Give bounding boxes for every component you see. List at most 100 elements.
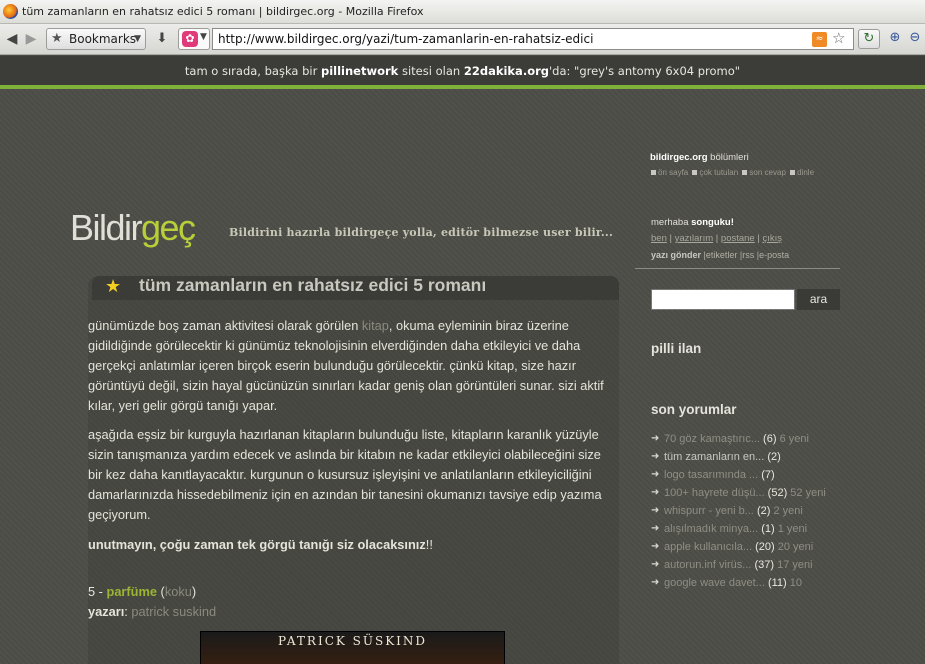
comment-count: (52) (767, 487, 788, 499)
book-alt-title-link[interactable]: koku (165, 584, 192, 599)
list-item[interactable]: ➜ autorun.inf virüs... (37) 17 yeni (651, 556, 840, 574)
url-input[interactable]: http://www.bildirgec.org/yazi/tum-zamanl… (212, 28, 854, 50)
comment-title[interactable]: alışılmadık minya... (664, 523, 758, 535)
sidebar-heading-pilli-ilan: pilli ilan (651, 341, 702, 356)
bold-sentence: unutmayın, çoğu zaman tek görgü tanığı s… (88, 537, 426, 552)
section-link-cok-tutulan[interactable]: çok tutulan (699, 168, 738, 177)
window-titlebar: tüm zamanların en rahatsız edici 5 roman… (0, 0, 925, 24)
bullet-square-icon (790, 170, 796, 175)
user-link-yazilarim[interactable]: yazılarım (675, 233, 714, 244)
arrow-right-icon: ➜ (651, 505, 660, 516)
article-title[interactable]: tüm zamanların en rahatsız edici 5 roman… (139, 275, 486, 296)
back-arrow-icon[interactable]: ◀ (3, 30, 21, 48)
article-paragraph-3: unutmayın, çoğu zaman tek görgü tanığı s… (88, 535, 618, 555)
forward-arrow-icon[interactable]: ▶ (22, 30, 40, 48)
comment-title[interactable]: google wave davet... (664, 577, 765, 589)
list-item[interactable]: ➜ whispurr - yeni b... (2) 2 yeni (651, 502, 840, 520)
comment-new: 20 yeni (777, 541, 814, 553)
banner-suffix[interactable]: 'da: "grey's antomy 6x04 promo" (549, 64, 740, 78)
arrow-right-icon: ➜ (651, 451, 660, 462)
comment-title[interactable]: logo tasarımında ... (664, 469, 758, 481)
favorite-star-icon[interactable]: ☆ (832, 29, 845, 47)
user-action-etiketler[interactable]: etiketler (706, 250, 738, 260)
cover-author-text: PATRICK SÜSKIND (277, 634, 428, 648)
paragraph-text: günümüzde boş zaman aktivitesi olarak gö… (88, 318, 362, 333)
window-title: tüm zamanların en rahatsız edici 5 roman… (22, 5, 424, 18)
bookmarks-button[interactable]: ★ Bookmarks ▼ (46, 28, 146, 50)
rss-feed-icon[interactable]: ≈ (812, 32, 827, 47)
article-paragraph-1: günümüzde boş zaman aktivitesi olarak gö… (88, 316, 618, 416)
user-action-e-posta[interactable]: e-posta (759, 250, 789, 260)
section-link-dinle[interactable]: dinle (797, 168, 814, 177)
arrow-right-icon: ➜ (651, 577, 660, 588)
comment-title[interactable]: tüm zamanların en... (664, 451, 764, 463)
author-link[interactable]: patrick suskind (131, 604, 216, 619)
sidebar-sections-label: bölümleri (707, 152, 749, 163)
sidebar-sections-title: bildirgec.org bölümleri (650, 152, 749, 163)
list-item[interactable]: ➜ google wave davet... (11) 10 (651, 574, 840, 592)
site-logo[interactable]: Bildirgeç (70, 207, 196, 249)
list-item[interactable]: ➜ tüm zamanların en... (2) (651, 448, 840, 466)
banner-site-link[interactable]: 22dakika.org (464, 64, 549, 78)
user-link-ben[interactable]: ben (651, 233, 667, 244)
section-link-son-cevap[interactable]: son cevap (749, 168, 785, 177)
book-title-link[interactable]: parfüme (107, 584, 158, 599)
network-banner[interactable]: tam o sırada, başka bir pillinetwork sit… (0, 56, 925, 87)
user-actions: yazı gönder |etiketler |rss |e-posta (651, 250, 790, 260)
article-paragraph-2: aşağıda eşsiz bir kurguyla hazırlanan ki… (88, 427, 602, 522)
comment-count: (20) (755, 541, 775, 553)
navigation-toolbar: ◀ ▶ ★ Bookmarks ▼ ⬇ ✿ ▼ http://www.bildi… (0, 24, 925, 55)
search-input[interactable] (651, 289, 795, 310)
list-item[interactable]: ➜ 100+ hayrete düşü... (52) 52 yeni (651, 484, 840, 502)
reload-button[interactable]: ↻ (858, 29, 880, 49)
user-link-postane[interactable]: postane (721, 233, 755, 244)
comment-title[interactable]: autorun.inf virüs... (664, 559, 751, 571)
user-action-yazi-gonder[interactable]: yazı gönder (651, 250, 701, 260)
logo-part1: Bildir (70, 207, 143, 248)
arrow-right-icon: ➜ (651, 559, 660, 570)
zoom-in-icon[interactable]: ⊕ (886, 30, 904, 48)
comment-title[interactable]: apple kullanıcıla... (664, 541, 752, 553)
exclamation-tail: !! (425, 537, 433, 552)
list-item[interactable]: ➜ alışılmadık minya... (1) 1 yeni (651, 520, 840, 538)
bullet-square-icon (651, 170, 656, 175)
comment-count: (2) (756, 505, 771, 517)
zoom-out-icon[interactable]: ⊖ (906, 30, 924, 48)
comment-new: 17 yeni (777, 559, 813, 571)
bookmark-star-icon: ★ (51, 31, 63, 46)
comment-count: (11) (767, 577, 787, 589)
search-button[interactable]: ara (797, 289, 840, 310)
comment-title[interactable]: whispurr - yeni b... (664, 505, 754, 517)
bullet-square-icon (742, 170, 748, 175)
sidebar-section-links: ön sayfa çok tutulan son cevap dinle (651, 168, 816, 177)
paren-close: ) (191, 584, 197, 599)
user-link-cikis[interactable]: çıkış (762, 233, 782, 244)
banner-prefix: tam o sırada, başka bir (184, 64, 321, 78)
chevron-down-icon: ▼ (134, 34, 141, 44)
arrow-right-icon: ➜ (651, 541, 660, 552)
comment-title[interactable]: 100+ hayrete düşü... (664, 487, 765, 499)
list-item[interactable]: ➜ 70 göz kamaştırıc... (6) 6 yeni (651, 430, 840, 448)
comment-count: (2) (767, 451, 781, 463)
comment-title[interactable]: 70 göz kamaştırıc... (664, 433, 760, 445)
list-item[interactable]: ➜ logo tasarımında ... (7) (651, 466, 840, 484)
site-identity-button[interactable]: ✿ ▼ (178, 28, 210, 50)
section-link-on-sayfa[interactable]: ön sayfa (658, 168, 688, 177)
comment-new: 10 (789, 577, 803, 589)
user-action-rss[interactable]: rss (742, 250, 754, 260)
comment-count: (1) (761, 523, 775, 535)
book-author-line: yazarı: patrick suskind (88, 604, 216, 619)
keyword-link-kitap[interactable]: kitap (362, 318, 389, 333)
comment-count: (37) (754, 559, 775, 571)
star-icon[interactable]: ★ (105, 276, 121, 297)
bookmarks-label: Bookmarks (69, 32, 137, 46)
site-favicon-icon: ✿ (182, 31, 198, 47)
recent-comments-list: ➜ 70 göz kamaştırıc... (6) 6 yeni ➜ tüm za… (651, 430, 840, 592)
banner-network[interactable]: pillinetwork (321, 64, 398, 78)
comment-new: 1 yeni (777, 523, 808, 535)
firefox-icon (3, 4, 18, 19)
bullet-square-icon (692, 170, 698, 175)
list-item[interactable]: ➜ apple kullanıcıla... (20) 20 yeni (651, 538, 840, 556)
user-links: ben | yazılarım | postane | çıkış (651, 233, 782, 244)
download-icon[interactable]: ⬇ (154, 31, 170, 47)
